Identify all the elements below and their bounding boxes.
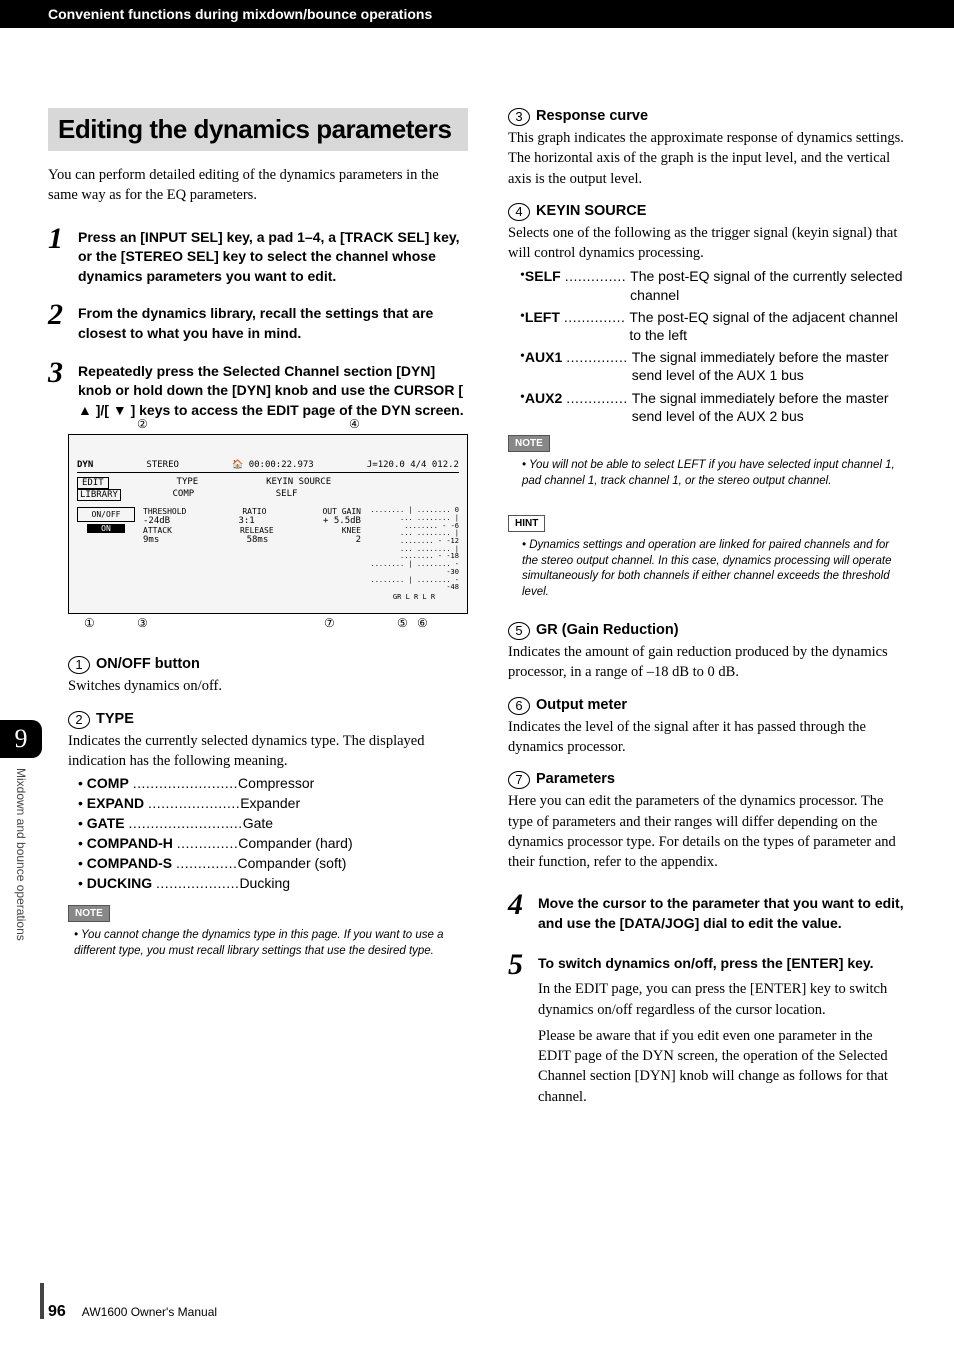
item-3-heading: 3 Response curve [508, 108, 906, 126]
step-item: 5 To switch dynamics on/off, press the [… [508, 950, 906, 1107]
dyn-screen-illustration: ② ④ DYN STEREO 🏠 00:00:22.973 J=120.0 4/… [68, 434, 468, 614]
list-item: • COMPAND-H ..............Compander (har… [78, 835, 468, 851]
intro-paragraph: You can perform detailed editing of the … [48, 165, 468, 206]
note-text: You will not be able to select LEFT if y… [522, 458, 906, 489]
chapter-number: 9 [0, 720, 42, 758]
callout-2: ② [137, 417, 148, 432]
note-tag: NOTE [508, 435, 550, 452]
item-7-desc: Here you can edit the parameters of the … [508, 791, 906, 872]
hint-text: Dynamics settings and operation are link… [522, 538, 906, 600]
page-footer: 96 AW1600 Owner's Manual [48, 1303, 217, 1321]
list-item: • EXPAND .....................Expander [78, 795, 468, 811]
dynamics-type-list: • COMP ........................Compresso… [78, 775, 468, 891]
item-1-heading: 1 ON/OFF button [68, 656, 468, 674]
callout-6: ⑥ [417, 616, 428, 631]
list-item: • COMP ........................Compresso… [78, 775, 468, 791]
circled-3-icon: 3 [508, 108, 530, 126]
hint-box-right: HINT Dynamics settings and operation are… [508, 513, 906, 600]
step-item: 4 Move the cursor to the parameter that … [508, 890, 906, 933]
item-6-desc: Indicates the level of the signal after … [508, 717, 906, 758]
note-tag: NOTE [68, 905, 110, 922]
list-item: • LEFT..............The post-EQ signal o… [520, 308, 906, 344]
note-box-right: NOTE You will not be able to select LEFT… [508, 433, 906, 489]
left-column: Editing the dynamics parameters You can … [48, 108, 468, 1123]
item-6-heading: 6 Output meter [508, 697, 906, 715]
page-header: Convenient functions during mixdown/boun… [0, 0, 954, 28]
item-3-desc: This graph indicates the approximate res… [508, 128, 906, 189]
hint-tag: HINT [508, 515, 545, 532]
step-item: From the dynamics library, recall the se… [48, 300, 468, 343]
chapter-title: Mixdown and bounce operations [14, 768, 28, 941]
step-item: Press an [INPUT SEL] key, a pad 1–4, a [… [48, 224, 468, 287]
section-heading: Editing the dynamics parameters [48, 108, 468, 151]
callout-3: ③ [137, 616, 148, 631]
page-number: 96 [48, 1303, 66, 1321]
item-2-heading: 2 TYPE [68, 711, 468, 729]
manual-title: AW1600 Owner's Manual [82, 1305, 217, 1319]
list-item: • SELF..............The post-EQ signal o… [520, 267, 906, 303]
callout-1: ① [84, 616, 95, 631]
list-item: • COMPAND-S ..............Compander (sof… [78, 855, 468, 871]
callout-7: ⑦ [324, 616, 335, 631]
step-item: Repeatedly press the Selected Channel se… [48, 358, 468, 421]
footer-rule [40, 1283, 44, 1319]
list-item: • GATE ..........................Gate [78, 815, 468, 831]
right-column: 3 Response curve This graph indicates th… [508, 108, 906, 1123]
item-7-heading: 7 Parameters [508, 771, 906, 789]
circled-4-icon: 4 [508, 203, 530, 221]
item-4-desc: Selects one of the following as the trig… [508, 223, 906, 264]
keyin-source-list: • SELF..............The post-EQ signal o… [520, 267, 906, 425]
circled-5-icon: 5 [508, 622, 530, 640]
list-item: • AUX2..............The signal immediate… [520, 389, 906, 425]
item-2-desc: Indicates the currently selected dynamic… [68, 731, 468, 772]
circled-1-icon: 1 [68, 656, 90, 674]
item-5-desc: Indicates the amount of gain reduction p… [508, 642, 906, 683]
item-1-desc: Switches dynamics on/off. [68, 676, 468, 696]
list-item: • DUCKING ...................Ducking [78, 875, 468, 891]
list-item: • AUX1..............The signal immediate… [520, 348, 906, 384]
note-text: You cannot change the dynamics type in t… [74, 928, 468, 959]
procedure-steps-right: 4 Move the cursor to the parameter that … [508, 890, 906, 1107]
circled-7-icon: 7 [508, 771, 530, 789]
item-4-heading: 4 KEYIN SOURCE [508, 203, 906, 221]
procedure-steps-left: Press an [INPUT SEL] key, a pad 1–4, a [… [48, 224, 468, 421]
note-box-left: NOTE You cannot change the dynamics type… [68, 903, 468, 959]
callout-4: ④ [349, 417, 360, 432]
callout-5: ⑤ [397, 616, 408, 631]
circled-2-icon: 2 [68, 711, 90, 729]
item-5-heading: 5 GR (Gain Reduction) [508, 622, 906, 640]
circled-6-icon: 6 [508, 697, 530, 715]
side-tab: 9 Mixdown and bounce operations [0, 720, 42, 1020]
